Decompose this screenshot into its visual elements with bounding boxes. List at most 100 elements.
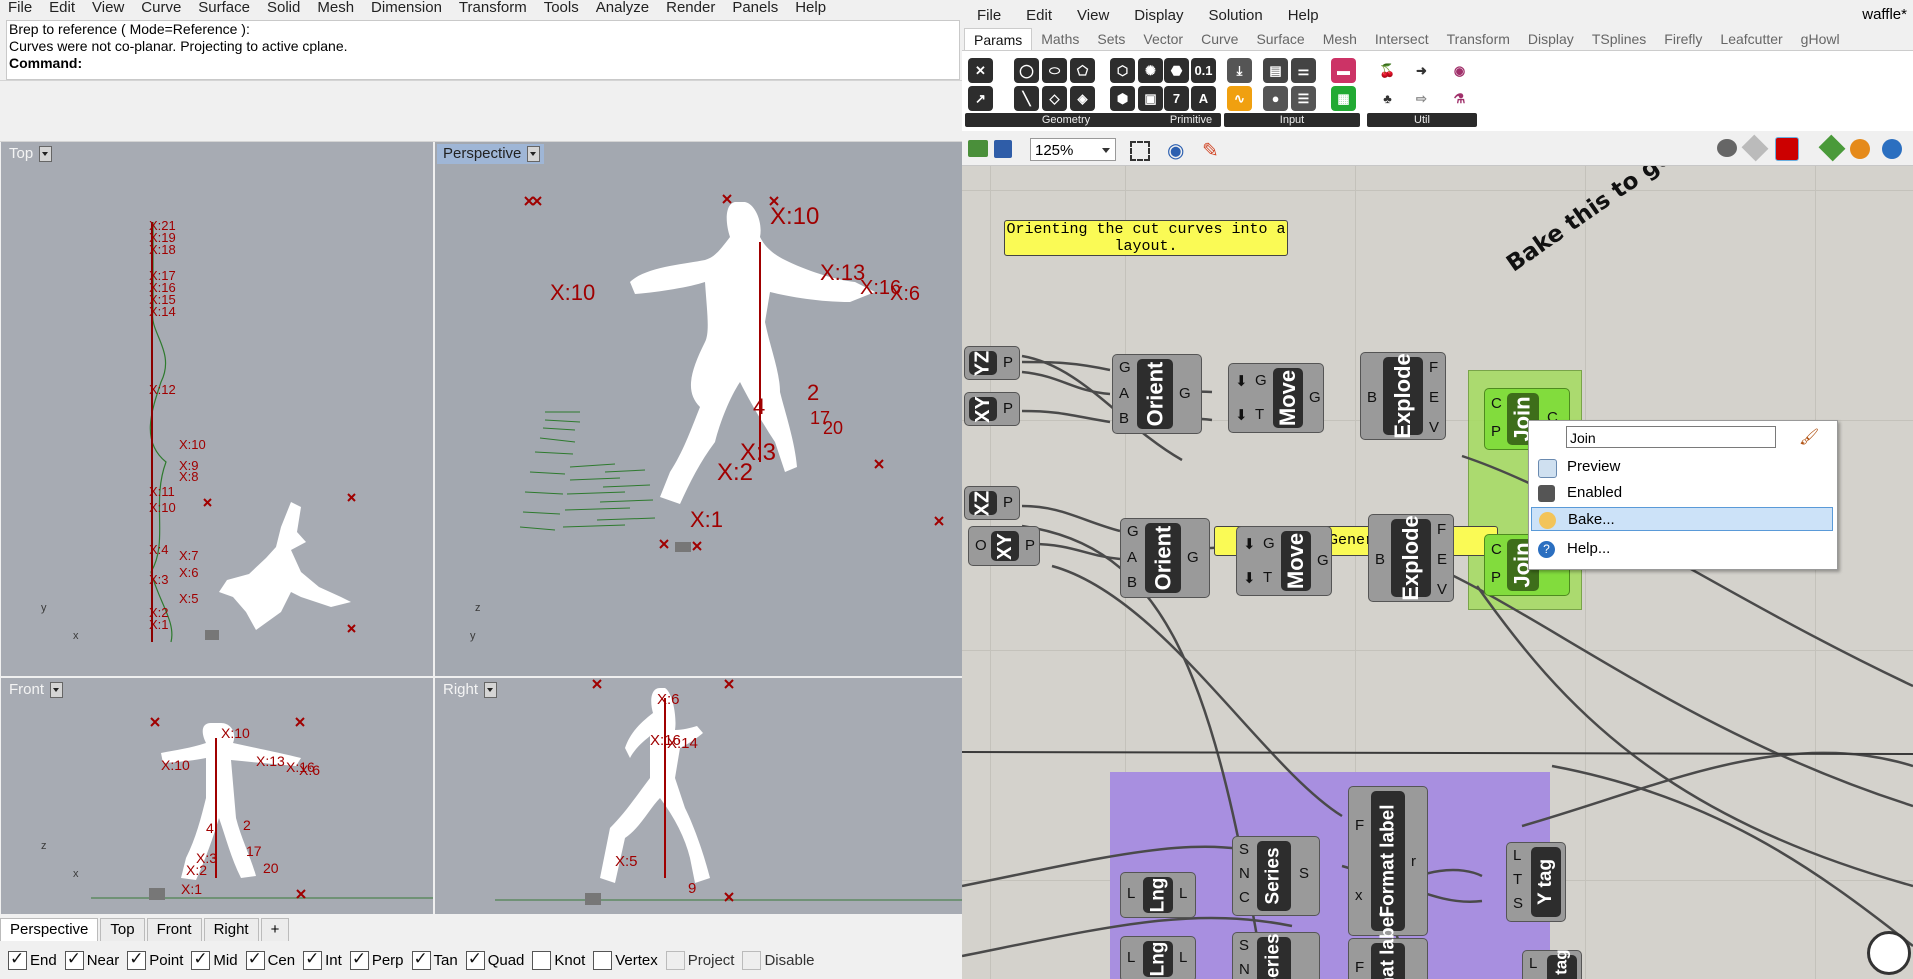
panel-label[interactable]: Input — [1224, 113, 1360, 127]
checkbox[interactable] — [303, 949, 323, 970]
xz-plane-component[interactable]: XZ P — [964, 486, 1020, 520]
tab-top[interactable]: Top — [100, 918, 145, 941]
geometry-param-icon[interactable]: ✕ — [968, 58, 993, 83]
group-param-icon[interactable]: ▣ — [1138, 86, 1163, 111]
gh-tab-maths[interactable]: Maths — [1032, 28, 1088, 50]
circle-param-icon[interactable]: ◯ — [1014, 58, 1039, 83]
plane-param-icon[interactable]: ◇ — [1042, 86, 1067, 111]
paint-icon[interactable]: ✎ — [1202, 138, 1219, 163]
series-component[interactable]: S N C Series S — [1232, 836, 1320, 916]
osnap-knot[interactable]: Knot — [532, 950, 585, 970]
gh-tab-ghowl[interactable]: gHowl — [1792, 28, 1849, 50]
gh-tab-vector[interactable]: Vector — [1134, 28, 1192, 50]
graph-mapper-icon[interactable]: ∿ — [1227, 86, 1252, 111]
panel-label[interactable]: Util — [1367, 113, 1477, 127]
scribble-orienting[interactable]: Orienting the cut curves into a layout. — [1004, 220, 1288, 256]
xy-plane-component[interactable]: XY P — [964, 392, 1020, 426]
gradient-icon[interactable]: ▬ — [1331, 58, 1356, 83]
osnap-near[interactable]: Near — [64, 949, 119, 970]
gh-tab-tsplines[interactable]: TSplines — [1583, 28, 1655, 50]
panel-label[interactable]: Primitive — [1161, 113, 1221, 127]
menu-tools[interactable]: Tools — [536, 0, 588, 16]
osnap-vertex[interactable]: Vertex — [593, 950, 658, 970]
osnap-end[interactable]: End — [8, 949, 57, 970]
gh-tab-intersect[interactable]: Intersect — [1366, 28, 1438, 50]
viewport-front[interactable]: Front X:10 X:13 X:10 X:16 X:6 4 2 X:3 X:… — [1, 678, 433, 914]
gh-tab-leafcutter[interactable]: Leafcutter — [1711, 28, 1791, 50]
panel-component-icon[interactable]: ▤ — [1263, 58, 1288, 83]
checkbox[interactable] — [465, 949, 485, 970]
preview-eye-icon[interactable]: ◉ — [1167, 138, 1184, 163]
mesh-display-icon[interactable] — [1818, 134, 1846, 162]
checkbox[interactable] — [127, 949, 147, 970]
gh-tab-display[interactable]: Display — [1519, 28, 1583, 50]
gh-menu-solution[interactable]: Solution — [1193, 3, 1272, 25]
gh-menu-edit[interactable]: Edit — [1011, 3, 1062, 25]
gh-tab-surface[interactable]: Surface — [1247, 28, 1313, 50]
gh-tab-params[interactable]: Params — [964, 28, 1033, 50]
globe-icon[interactable] — [1882, 139, 1902, 159]
osnap-mid[interactable]: Mid — [191, 949, 238, 970]
menu-file[interactable]: File — [0, 0, 41, 16]
cherry-icon[interactable]: 🍒 — [1375, 58, 1400, 83]
sketch-icon[interactable] — [1130, 141, 1150, 161]
checkbox[interactable] — [532, 950, 552, 970]
mesh-param-icon[interactable]: ✺ — [1138, 58, 1163, 83]
gh-canvas[interactable]: Bake this to get the Orienting the cut c… — [962, 166, 1913, 979]
osnap-int[interactable]: Int — [303, 949, 342, 970]
menu-solid[interactable]: Solid — [259, 0, 309, 16]
format-label-component-2[interactable]: F Format label — [1348, 912, 1428, 979]
panel-label[interactable]: Geometry — [965, 113, 1167, 127]
vector-param-icon[interactable]: ↗ — [968, 86, 993, 111]
orient-component-2[interactable]: G A B Orient G — [1120, 518, 1210, 598]
navigation-compass-icon[interactable] — [1867, 931, 1911, 975]
osnap-disable[interactable]: Disable — [742, 950, 815, 970]
checkbox[interactable] — [411, 949, 431, 970]
osnap-project[interactable]: Project — [665, 950, 734, 970]
menu-edit[interactable]: Edit — [41, 0, 84, 16]
material-icon[interactable] — [1850, 139, 1870, 159]
menu-render[interactable]: Render — [658, 0, 724, 16]
gh-tab-sets[interactable]: Sets — [1088, 28, 1134, 50]
checkbox[interactable] — [593, 950, 613, 970]
tree-icon[interactable]: ♣ — [1375, 86, 1400, 111]
osnap-cen[interactable]: Cen — [245, 949, 295, 970]
gh-tab-firefly[interactable]: Firefly — [1655, 28, 1711, 50]
checkbox[interactable] — [245, 949, 265, 970]
menu-item-bake[interactable]: Bake... — [1531, 507, 1833, 531]
y-tag-component[interactable]: L T S Y tag — [1506, 842, 1566, 922]
osnap-quad[interactable]: Quad — [465, 949, 524, 970]
menu-item-help[interactable]: ? Help... — [1531, 537, 1833, 561]
arrow-outline-icon[interactable]: ⇨ — [1409, 86, 1434, 111]
number-param-icon[interactable]: 0.1 — [1191, 58, 1216, 83]
add-viewport-tab-icon[interactable]: + — [260, 918, 290, 941]
xy-plane-component-2[interactable]: O XY P — [968, 526, 1040, 566]
menu-curve[interactable]: Curve — [133, 0, 190, 16]
field-param-icon[interactable]: ◈ — [1070, 86, 1095, 111]
osnap-perp[interactable]: Perp — [349, 949, 404, 970]
command-prompt[interactable]: Command: — [7, 55, 959, 72]
length-component[interactable]: L Lng L — [1120, 872, 1196, 918]
arrow-right-icon[interactable]: ➜ — [1409, 58, 1434, 83]
surface-param-icon[interactable]: ⬠ — [1070, 58, 1095, 83]
selected-only-icon[interactable] — [1775, 137, 1799, 161]
osnap-point[interactable]: Point — [127, 949, 183, 970]
checkbox[interactable] — [64, 949, 84, 970]
gh-tab-curve[interactable]: Curve — [1192, 28, 1247, 50]
menu-analyze[interactable]: Analyze — [588, 0, 658, 16]
slider-icon[interactable]: ⚌ — [1291, 58, 1316, 83]
command-area[interactable]: Brep to reference ( Mode=Reference ): Cu… — [6, 20, 960, 80]
y-tag-component-2[interactable]: L Y tag — [1522, 949, 1582, 979]
checkbox[interactable] — [191, 949, 211, 970]
viewport-perspective[interactable]: Perspective X:10 X:13 X:16 X:6 4 2 X:3 X… — [435, 142, 962, 676]
checkbox[interactable] — [8, 949, 27, 970]
tab-right[interactable]: Right — [203, 918, 259, 941]
menu-transform[interactable]: Transform — [451, 0, 536, 16]
menu-help[interactable]: Help — [787, 0, 835, 16]
gh-menu-help[interactable]: Help — [1273, 3, 1329, 25]
explode-component[interactable]: B Explode F E V — [1360, 352, 1446, 440]
menu-panels[interactable]: Panels — [724, 0, 787, 16]
display-mode-icon[interactable] — [1717, 139, 1737, 157]
tab-front[interactable]: Front — [146, 918, 202, 941]
checkbox[interactable] — [742, 950, 762, 970]
